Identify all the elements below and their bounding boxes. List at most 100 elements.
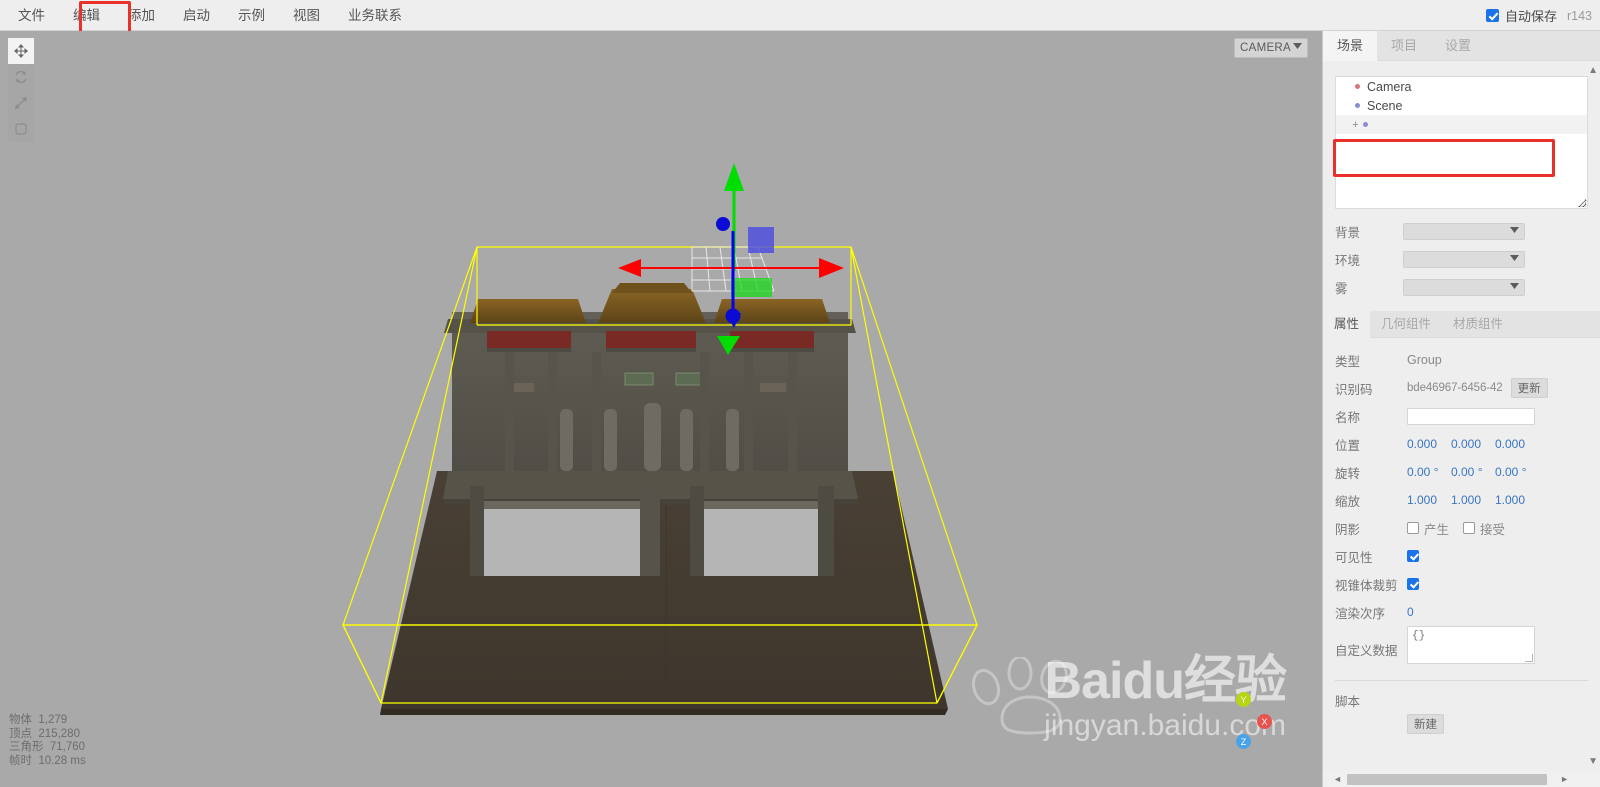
tab-material[interactable]: 材质组件 bbox=[1442, 311, 1514, 337]
object-userdata-row: 自定义数据 {} bbox=[1323, 626, 1600, 672]
shadow-cast-checkbox[interactable] bbox=[1407, 522, 1419, 534]
user-data-textarea[interactable]: {} bbox=[1407, 626, 1535, 664]
script-new-button[interactable]: 新建 bbox=[1407, 714, 1444, 734]
outliner-resize-grip[interactable] bbox=[1578, 199, 1586, 207]
tab-project[interactable]: 项目 bbox=[1377, 31, 1431, 60]
axis-y-label: Y bbox=[1236, 692, 1251, 707]
sidebar-scroll-down-arrow[interactable]: ▼ bbox=[1588, 756, 1598, 767]
environment-select[interactable] bbox=[1403, 251, 1525, 268]
hscroll-right-arrow[interactable]: ► bbox=[1560, 774, 1569, 784]
menu-edit[interactable]: 编辑 bbox=[59, 0, 114, 31]
camera-select[interactable]: CAMERA bbox=[1234, 38, 1308, 58]
scene-fog-row: 雾 bbox=[1323, 273, 1600, 301]
tab-settings[interactable]: 设置 bbox=[1431, 31, 1485, 60]
fog-select[interactable] bbox=[1403, 279, 1525, 296]
hscroll-thumb[interactable] bbox=[1347, 774, 1547, 785]
outliner-item-label: Scene bbox=[1367, 99, 1402, 113]
rotation-x[interactable]: 0.00 ° bbox=[1407, 465, 1451, 479]
tabs-filler bbox=[1485, 31, 1600, 60]
axis-z-label: Z bbox=[1236, 734, 1251, 749]
tab-object-properties[interactable]: 属性 bbox=[1323, 311, 1370, 338]
stat-vertices: 顶点 215,280 bbox=[9, 728, 86, 741]
outliner-item-scene[interactable]: Scene bbox=[1336, 96, 1587, 115]
visible-checkbox[interactable] bbox=[1407, 550, 1419, 562]
rotation-y[interactable]: 0.00 ° bbox=[1451, 465, 1495, 479]
object-script-row: 脚本 bbox=[1323, 689, 1600, 711]
object-position-label: 位置 bbox=[1335, 435, 1407, 454]
autosave-checkbox[interactable] bbox=[1486, 9, 1499, 22]
scale-y[interactable]: 1.000 bbox=[1451, 493, 1495, 507]
scale-tool[interactable] bbox=[8, 90, 34, 116]
object-name-input[interactable] bbox=[1407, 408, 1535, 425]
scene-environment-row: 环境 bbox=[1323, 245, 1600, 273]
outliner-expander[interactable]: + bbox=[1350, 119, 1361, 131]
section-tabs-filler bbox=[1514, 311, 1600, 337]
three-js-editor-window: 文件 编辑 添加 启动 示例 视图 业务联系 自动保存 r143 bbox=[0, 0, 1600, 787]
menu-play[interactable]: 启动 bbox=[169, 0, 224, 31]
menu-examples[interactable]: 示例 bbox=[224, 0, 279, 31]
space-toggle-tool[interactable] bbox=[8, 116, 34, 142]
scene-background-row: 背景 bbox=[1323, 217, 1600, 245]
position-z[interactable]: 0.000 bbox=[1495, 437, 1539, 451]
menu-bar: 文件 编辑 添加 启动 示例 视图 业务联系 自动保存 r143 bbox=[0, 0, 1600, 31]
outliner-item-camera[interactable]: Camera bbox=[1336, 77, 1587, 96]
user-data-value: {} bbox=[1412, 630, 1425, 642]
tab-geometry[interactable]: 几何组件 bbox=[1370, 311, 1442, 337]
object-name-row: 名称 bbox=[1323, 402, 1600, 430]
stat-frametime: 帧时 10.28 ms bbox=[9, 755, 86, 768]
object-userdata-label: 自定义数据 bbox=[1335, 640, 1407, 659]
scene-outliner[interactable]: Camera Scene + bbox=[1335, 76, 1588, 209]
uuid-update-button[interactable]: 更新 bbox=[1511, 378, 1548, 398]
menu-view[interactable]: 视图 bbox=[279, 0, 334, 31]
outliner-type-dot bbox=[1355, 103, 1360, 108]
object-renderorder-label: 渲染次序 bbox=[1335, 603, 1407, 622]
background-select[interactable] bbox=[1403, 223, 1525, 240]
sidebar-tabs: 场景 项目 设置 bbox=[1323, 31, 1600, 61]
position-y[interactable]: 0.000 bbox=[1451, 437, 1495, 451]
fog-label: 雾 bbox=[1335, 278, 1403, 297]
shadow-cast-label: 产生 bbox=[1424, 519, 1449, 538]
sidebar-scroll-up-arrow[interactable]: ▲ bbox=[1588, 65, 1598, 76]
rotate-tool[interactable] bbox=[8, 64, 34, 90]
sidebar: 场景 项目 设置 Camera Scene + bbox=[1322, 31, 1600, 787]
object-shadow-label: 阴影 bbox=[1335, 519, 1407, 538]
shadow-receive-group: 接受 bbox=[1463, 519, 1505, 538]
stat-triangles: 三角形 71,760 bbox=[9, 741, 86, 754]
axis-x-label: X bbox=[1257, 714, 1272, 729]
sidebar-horizontal-scrollbar[interactable]: ◄ ► bbox=[1323, 771, 1600, 787]
camera-select-value: CAMERA bbox=[1240, 42, 1291, 54]
scale-z[interactable]: 1.000 bbox=[1495, 493, 1539, 507]
frustum-culled-checkbox[interactable] bbox=[1407, 578, 1419, 590]
object-rotation-row: 旋转 0.00 ° 0.00 ° 0.00 ° bbox=[1323, 458, 1600, 486]
menu-add[interactable]: 添加 bbox=[114, 0, 169, 31]
object-scale-label: 缩放 bbox=[1335, 491, 1407, 510]
object-visible-label: 可见性 bbox=[1335, 547, 1407, 566]
object-uuid-label: 识别码 bbox=[1335, 379, 1407, 398]
axis-helper[interactable]: Y X Z bbox=[1212, 692, 1274, 754]
object-type-label: 类型 bbox=[1335, 351, 1407, 370]
position-x[interactable]: 0.000 bbox=[1407, 437, 1451, 451]
scale-icon bbox=[13, 95, 29, 111]
menu-file[interactable]: 文件 bbox=[4, 0, 59, 31]
object-position-row: 位置 0.000 0.000 0.000 bbox=[1323, 430, 1600, 458]
viewport-stats: 物体 1,279 顶点 215,280 三角形 71,760 帧时 10.28 … bbox=[9, 714, 86, 768]
chevron-down-icon bbox=[1510, 227, 1519, 233]
rotation-z[interactable]: 0.00 ° bbox=[1495, 465, 1539, 479]
translate-tool[interactable] bbox=[8, 38, 34, 64]
hscroll-track[interactable]: ◄ ► bbox=[1333, 773, 1575, 786]
gizmo-plane-xz bbox=[731, 278, 772, 297]
user-data-resize-grip[interactable] bbox=[1525, 654, 1533, 662]
rotate-icon bbox=[13, 69, 29, 85]
scale-x[interactable]: 1.000 bbox=[1407, 493, 1451, 507]
menu-contact[interactable]: 业务联系 bbox=[334, 0, 416, 31]
object-frustum-row: 视锥体裁剪 bbox=[1323, 570, 1600, 598]
viewport-3d[interactable]: CAMERA Baidu经验 jingyan.baidu.com Y X Z bbox=[0, 31, 1322, 787]
object-shadow-row: 阴影 产生 接受 bbox=[1323, 514, 1600, 542]
hscroll-left-arrow[interactable]: ◄ bbox=[1333, 774, 1342, 784]
outliner-item-group[interactable]: + bbox=[1336, 115, 1587, 134]
gizmo-plane-xy bbox=[748, 227, 774, 253]
tab-scene[interactable]: 场景 bbox=[1323, 31, 1377, 61]
render-order-value[interactable]: 0 bbox=[1407, 605, 1451, 619]
chevron-down-icon bbox=[1510, 283, 1519, 289]
shadow-receive-checkbox[interactable] bbox=[1463, 522, 1475, 534]
